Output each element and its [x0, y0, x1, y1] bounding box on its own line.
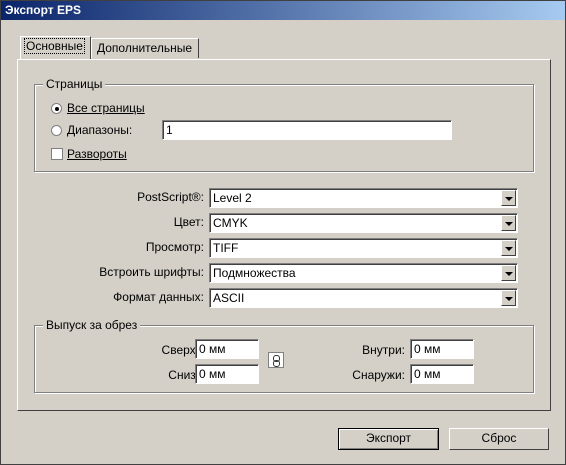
window-title: Экспорт EPS [5, 3, 82, 17]
data-format-value: ASCII [213, 291, 245, 305]
spreads-label[interactable]: Развороты [67, 147, 127, 161]
chain-link-icon[interactable] [268, 352, 284, 368]
bleed-top-input[interactable]: 0 мм [195, 339, 259, 359]
spreads-checkbox[interactable] [51, 148, 63, 160]
export-button[interactable]: Экспорт [338, 428, 439, 450]
tab-general[interactable]: Основные [20, 36, 91, 59]
postscript-select[interactable]: Level 2 [209, 188, 518, 208]
bleed-bottom-input[interactable]: 0 мм [195, 364, 259, 384]
pages-legend: Страницы [43, 77, 106, 91]
ranges-input[interactable]: 1 [162, 120, 452, 140]
chevron-down-icon[interactable] [501, 190, 516, 206]
preview-label: Просмотр: [145, 240, 204, 254]
chevron-down-icon[interactable] [501, 215, 516, 231]
color-label: Цвет: [173, 215, 204, 229]
reset-button-label: Сброс [481, 431, 517, 445]
preview-select[interactable]: TIFF [209, 238, 518, 258]
all-pages-radio[interactable] [51, 103, 62, 114]
bleed-outside-input[interactable]: 0 мм [410, 364, 474, 384]
chevron-down-icon[interactable] [501, 290, 516, 306]
color-value: CMYK [213, 216, 248, 230]
embed-fonts-value: Подмножества [213, 266, 296, 280]
bleed-outside-label: Снаружи: [352, 368, 405, 382]
bleed-legend: Выпуск за обрез [43, 318, 141, 332]
title-bar[interactable]: Экспорт EPS [1, 1, 565, 20]
reset-button[interactable]: Сброс [449, 428, 549, 450]
ranges-radio[interactable] [51, 125, 62, 136]
color-select[interactable]: CMYK [209, 213, 518, 233]
tab-general-label: Основные [24, 38, 85, 54]
postscript-value: Level 2 [213, 191, 252, 205]
all-pages-label[interactable]: Все страницы [67, 101, 145, 115]
export-button-label: Экспорт [365, 431, 412, 445]
bleed-top-label: Сверху: [161, 343, 205, 357]
data-format-label: Формат данных: [113, 290, 204, 304]
chevron-down-icon[interactable] [501, 240, 516, 256]
bleed-inside-input[interactable]: 0 мм [410, 339, 474, 359]
ranges-label[interactable]: Диапазоны: [67, 123, 132, 137]
postscript-label: PostScript®: [137, 190, 204, 204]
tab-advanced-label: Дополнительные [97, 41, 192, 55]
bleed-groupbox: Выпуск за обрез Сверху: 0 мм Снизу: 0 мм… [34, 318, 534, 393]
embed-fonts-select[interactable]: Подмножества [209, 263, 518, 283]
bleed-bottom-label: Снизу: [168, 368, 205, 382]
chevron-down-icon[interactable] [501, 265, 516, 281]
pages-groupbox: Страницы Все страницы Диапазоны: 1 Разво… [34, 77, 534, 172]
bleed-inside-label: Внутри: [362, 343, 405, 357]
export-eps-dialog: Экспорт EPS Основные Дополнительные Стра… [0, 0, 566, 465]
preview-value: TIFF [213, 241, 239, 255]
data-format-select[interactable]: ASCII [209, 288, 518, 308]
tab-advanced[interactable]: Дополнительные [91, 38, 199, 58]
embed-fonts-label: Встроить шрифты: [99, 265, 204, 279]
tab-panel-general: Страницы Все страницы Диапазоны: 1 Разво… [17, 59, 551, 411]
